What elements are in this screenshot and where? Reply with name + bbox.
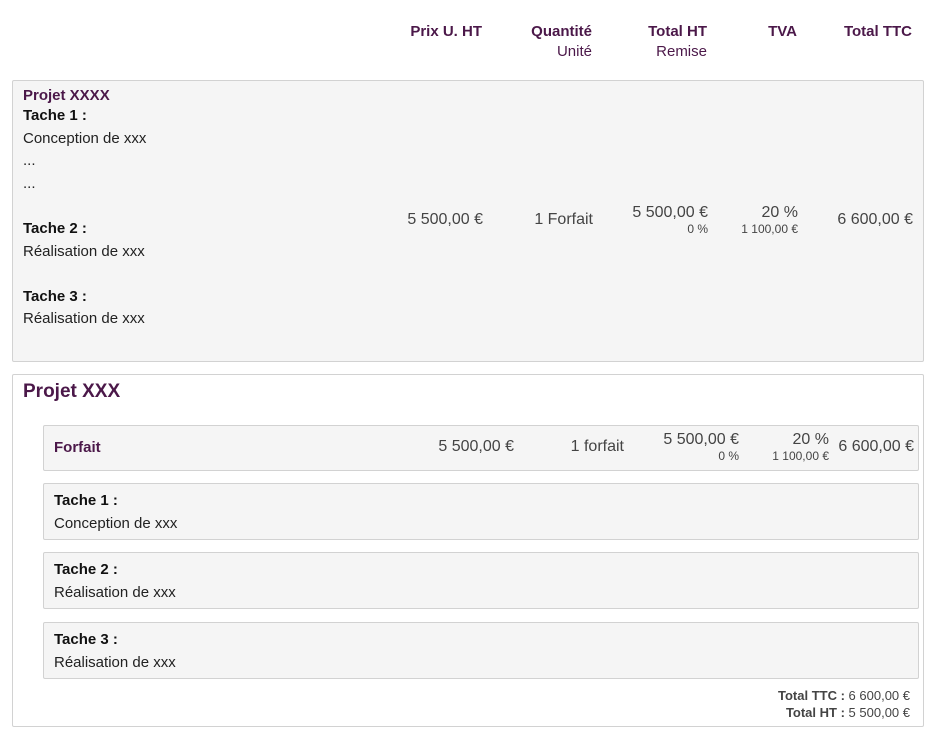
task-2-label: Tache 2 : [23,219,87,237]
col-total-ttc: Total TTC [844,22,912,42]
section-projet-xxx: Projet XXX Forfait 5 500,00 € 1 forfait … [12,374,924,727]
task-content: Tache 1 : Conception de xxx [54,489,177,535]
task-content: Tache 3 : Réalisation de xxx [54,628,176,674]
col-unit-price: Prix U. HT [410,22,482,42]
col-quantity: Quantité Unité [531,22,592,62]
total-ht-label: Total HT : [785,705,845,720]
forfait-row[interactable]: Forfait 5 500,00 € 1 forfait 5 500,00 € … [43,425,919,471]
line-item-description: Projet XXXX Tache 1 : Conception de xxx … [23,87,146,331]
col-total-ttc-label: Total TTC [843,23,912,40]
col-vat-label: TVA [768,23,797,40]
total-ttc-label: Total TTC : [778,688,845,703]
col-unit-label: Unité [556,43,592,60]
section-title: Projet XXX [23,381,121,402]
task-label: Tache 3 : [54,631,118,648]
forfait-label: Forfait [54,439,101,456]
line-item-title: Projet XXXX [23,87,110,104]
forfait-vat-cell: 20 % 1 100,00 € [772,431,829,463]
ellipsis-line: ... [23,152,36,170]
ellipsis-line: ... [23,174,36,192]
task-label: Tache 1 : [54,492,118,509]
task-2-text: Réalisation de xxx [23,242,145,260]
forfait-total-ht-cell: 5 500,00 € 0 % [663,431,739,463]
total-ht-value: 5 500,00 € [632,204,708,221]
task-text: Réalisation de xxx [54,584,176,601]
col-total-ht-label: Total HT [648,23,707,40]
forfait-vat-rate: 20 % [792,431,829,448]
unit-price-value: 5 500,00 € [407,211,483,228]
task-label: Tache 2 : [54,561,118,578]
task-text: Réalisation de xxx [54,654,176,671]
task-row[interactable]: Tache 3 : Réalisation de xxx [43,622,919,679]
forfait-vat-amount: 1 100,00 € [772,449,829,463]
col-total-ht: Total HT Remise [648,22,707,62]
task-1-text: Conception de xxx [23,129,147,147]
total-ttc-value: 6 600,00 € [837,211,913,228]
line-item-projet-xxxx[interactable]: Projet XXXX Tache 1 : Conception de xxx … [12,80,924,362]
forfait-total-ttc: 6 600,00 € [838,438,914,455]
task-row[interactable]: Tache 1 : Conception de xxx [43,483,919,540]
col-unit-price-label: Prix U. HT [410,23,482,40]
forfait-discount: 0 % [718,449,739,463]
task-1-label: Tache 1 : [23,107,87,124]
forfait-unit-price: 5 500,00 € [438,438,514,455]
total-ht-amount: 5 500,00 € [848,705,910,720]
task-3-label: Tache 3 : [23,287,87,305]
vat-rate-value: 20 % [761,204,798,221]
section-totals: Total TTC : 6 600,00 € Total HT : 5 500,… [778,687,910,721]
col-quantity-label: Quantité [531,23,592,40]
total-ht-cell: 5 500,00 € 0 % [632,204,708,236]
total-ht-line: Total HT : 5 500,00 € [778,704,910,721]
discount-value: 0 % [687,222,708,236]
forfait-quantity: 1 forfait [570,438,624,455]
forfait-total-ht: 5 500,00 € [663,431,739,448]
vat-amount-value: 1 100,00 € [741,222,798,236]
total-ttc-amount: 6 600,00 € [848,688,910,703]
total-ttc-line: Total TTC : 6 600,00 € [778,687,910,704]
quantity-value: 1 Forfait [534,211,593,228]
col-vat: TVA [768,22,797,42]
task-text: Conception de xxx [54,515,178,532]
task-row[interactable]: Tache 2 : Réalisation de xxx [43,552,919,609]
task-3-text: Réalisation de xxx [23,310,145,328]
col-discount-label: Remise [656,43,707,60]
table-header: Prix U. HT Quantité Unité Total HT Remis… [0,22,933,66]
task-content: Tache 2 : Réalisation de xxx [54,558,176,604]
vat-cell: 20 % 1 100,00 € [741,204,798,236]
